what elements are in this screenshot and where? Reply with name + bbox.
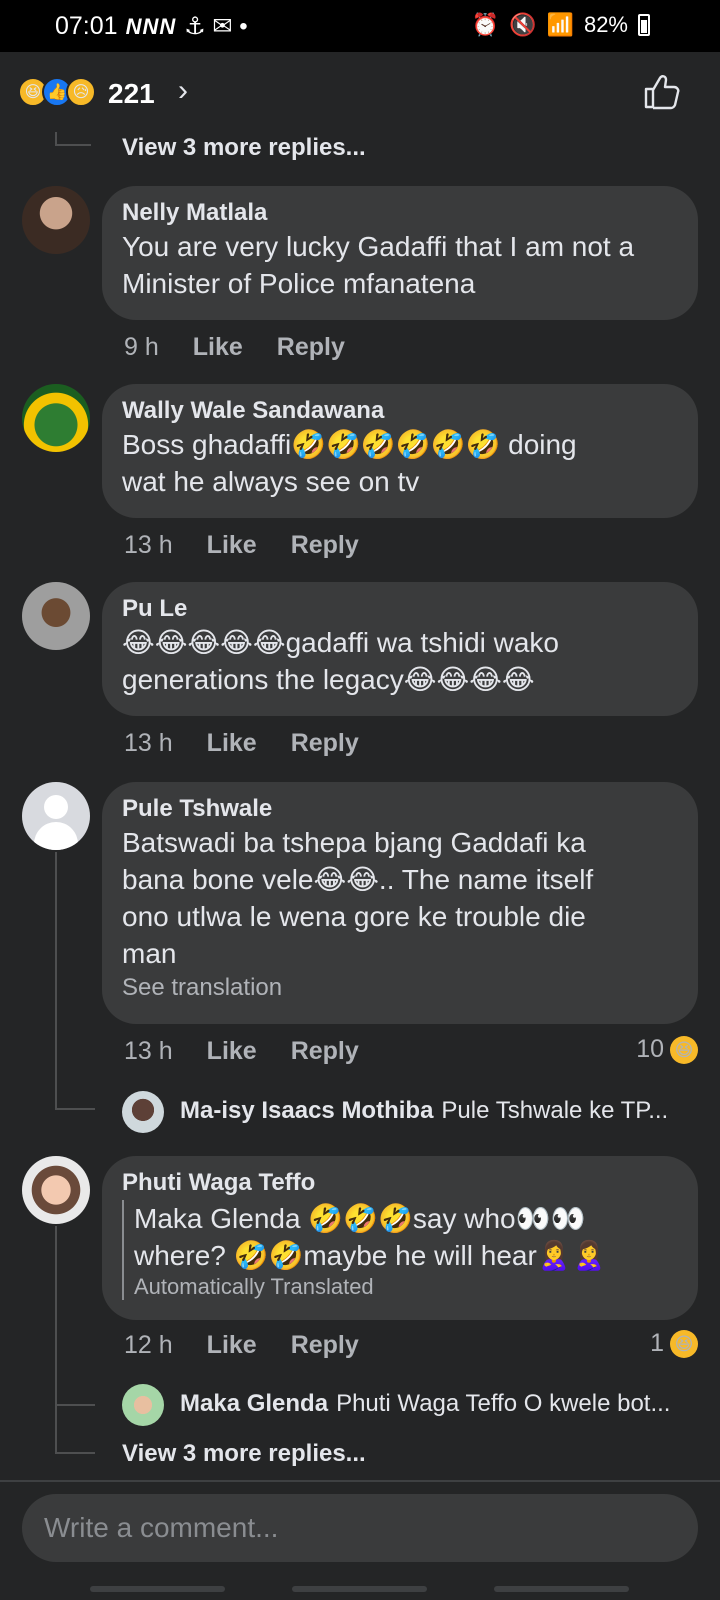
comment-composer[interactable] <box>22 1494 698 1562</box>
like-button[interactable]: Like <box>207 729 257 758</box>
thumbs-up-icon[interactable] <box>640 72 680 112</box>
translated-quote: Maka Glenda 🤣🤣🤣say who👀👀 where? 🤣🤣maybe … <box>122 1200 678 1300</box>
nav-home-button[interactable] <box>292 1586 427 1592</box>
comment-time[interactable]: 13 h <box>124 531 173 560</box>
alarm-icon: ⏰ <box>471 12 500 37</box>
thread-connector <box>55 1226 57 1454</box>
like-button[interactable]: Like <box>207 1331 257 1360</box>
reply-author[interactable]: Ma-isy Isaacs Mothiba <box>180 1097 433 1125</box>
haha-icon: 😆 <box>670 1035 698 1064</box>
thread-connector <box>55 132 57 144</box>
reactions-bar[interactable]: 😆 👍 😥 221 › <box>0 52 720 132</box>
comment-text-line: ono utlwa le wena gore ke trouble die <box>122 901 586 932</box>
reply-button[interactable]: Reply <box>291 531 359 560</box>
comment-author[interactable]: Pule Tshwale <box>122 794 678 824</box>
view-more-replies-link[interactable]: View 3 more replies... <box>122 1440 366 1468</box>
comment-text-line: where? 🤣🤣maybe he will hear🙎‍♀️🙎‍♀️ <box>134 1240 607 1271</box>
thread-connector <box>55 1452 95 1454</box>
comment-bubble: Wally Wale Sandawana Boss ghadaffi🤣🤣🤣🤣🤣🤣… <box>102 384 698 518</box>
comment-input[interactable] <box>22 1494 698 1562</box>
comment-author[interactable]: Phuti Waga Teffo <box>122 1168 678 1198</box>
reply-button[interactable]: Reply <box>291 1331 359 1360</box>
haha-icon: 😆 <box>670 1329 698 1358</box>
view-more-replies-link[interactable]: View 3 more replies... <box>122 134 366 162</box>
reaction-count-value: 1 <box>650 1329 664 1357</box>
default-avatar-head <box>44 795 68 819</box>
nav-back-button[interactable] <box>90 1586 225 1592</box>
reply-button[interactable]: Reply <box>291 729 359 758</box>
reply-text: Phuti Waga Teffo O kwele bot... <box>336 1390 671 1417</box>
comment-bubble: Phuti Waga Teffo Maka Glenda 🤣🤣🤣say who👀… <box>102 1156 698 1320</box>
reaction-icons[interactable]: 😆 👍 😥 <box>18 77 96 107</box>
comment-actions: 13 h Like Reply <box>124 729 359 758</box>
comment-time[interactable]: 12 h <box>124 1331 173 1360</box>
like-button[interactable]: Like <box>207 1037 257 1066</box>
status-bar: 07:01 NNN ⚓ ✉ • ⏰ 🔇 📶 82% <box>0 0 720 52</box>
system-nav-bar <box>0 1580 720 1600</box>
comment-actions: 12 h Like Reply <box>124 1331 359 1360</box>
avatar[interactable] <box>22 384 90 452</box>
comment-text-line: generations the legacy😂😂😂😂 <box>122 664 535 695</box>
wifi-icon: 📶 <box>546 12 574 37</box>
avatar[interactable] <box>22 186 90 254</box>
reply-button[interactable]: Reply <box>277 333 345 362</box>
thread-connector <box>55 852 57 1110</box>
avatar[interactable] <box>122 1384 164 1426</box>
comment-time[interactable]: 13 h <box>124 1037 173 1066</box>
reply-author[interactable]: Maka Glenda <box>180 1390 328 1418</box>
reply-text: Pule Tshwale ke TP... <box>441 1097 669 1124</box>
comment-actions: 13 h Like Reply <box>124 1037 359 1066</box>
thread-connector <box>55 1404 95 1406</box>
avatar[interactable] <box>22 782 90 850</box>
thread-connector <box>55 144 91 146</box>
sad-icon: 😥 <box>66 77 96 107</box>
reaction-count-value: 10 <box>636 1035 664 1063</box>
battery-percent: 82% <box>583 12 628 37</box>
avatar[interactable] <box>22 1156 90 1224</box>
comment-text-line: 😂😂😂😂😂gadaffi wa tshidi wako <box>122 627 560 658</box>
comment-author[interactable]: Wally Wale Sandawana <box>122 396 678 426</box>
comment-text-line: Minister of Police mfanatena <box>122 268 476 299</box>
comment-reaction-count[interactable]: 1 😆 <box>650 1329 698 1358</box>
thread-connector <box>55 1108 95 1110</box>
comment-actions: 13 h Like Reply <box>124 531 359 560</box>
chevron-right-icon[interactable]: › <box>178 74 188 108</box>
comment-text-line: wat he always see on tv <box>122 466 420 497</box>
comment-reaction-count[interactable]: 10 😆 <box>636 1035 698 1064</box>
reply-preview[interactable]: Ma-isy Isaacs Mothiba Pule Tshwale ke TP… <box>180 1097 668 1125</box>
comment-text-line: man <box>122 938 177 969</box>
reply-button[interactable]: Reply <box>291 1037 359 1066</box>
comment-bubble: Nelly Matlala You are very lucky Gadaffi… <box>102 186 698 320</box>
comment-author[interactable]: Pu Le <box>122 594 678 624</box>
mute-icon: 🔇 <box>509 12 537 37</box>
comment-text-line: Maka Glenda 🤣🤣🤣say who👀👀 <box>134 1203 586 1234</box>
comment-author[interactable]: Nelly Matlala <box>122 198 678 228</box>
comment-text-line: Boss ghadaffi🤣🤣🤣🤣🤣🤣 doing <box>122 429 577 460</box>
comment-bubble: Pu Le 😂😂😂😂😂gadaffi wa tshidi wako genera… <box>102 582 698 716</box>
like-button[interactable]: Like <box>193 333 243 362</box>
comment-bubble: Pule Tshwale Batswadi ba tshepa bjang Ga… <box>102 782 698 1024</box>
avatar[interactable] <box>122 1091 164 1133</box>
auto-translated-label: Automatically Translated <box>134 1274 374 1299</box>
comment-text-line: You are very lucky Gadaffi that I am not… <box>122 231 635 262</box>
comment-actions: 9 h Like Reply <box>124 333 345 362</box>
reaction-count[interactable]: 221 <box>108 78 155 110</box>
comment-time[interactable]: 9 h <box>124 333 159 362</box>
reply-preview[interactable]: Maka Glenda Phuti Waga Teffo O kwele bot… <box>180 1390 670 1418</box>
battery-icon <box>638 14 650 36</box>
like-button[interactable]: Like <box>207 531 257 560</box>
composer-divider <box>0 1480 720 1482</box>
notification-extra-icons: ⚓ ✉ • <box>184 13 248 40</box>
default-avatar-body <box>34 822 78 850</box>
comment-text-line: Batswadi ba tshepa bjang Gaddafi ka <box>122 827 586 858</box>
comment-text-line: bana bone vele😂😂.. The name itself <box>122 864 594 895</box>
avatar[interactable] <box>22 582 90 650</box>
notification-icons: NNN <box>125 13 177 39</box>
see-translation-link[interactable]: See translation <box>122 972 678 1004</box>
nav-recents-button[interactable] <box>494 1586 629 1592</box>
comment-time[interactable]: 13 h <box>124 729 173 758</box>
status-time: 07:01 <box>55 12 118 40</box>
